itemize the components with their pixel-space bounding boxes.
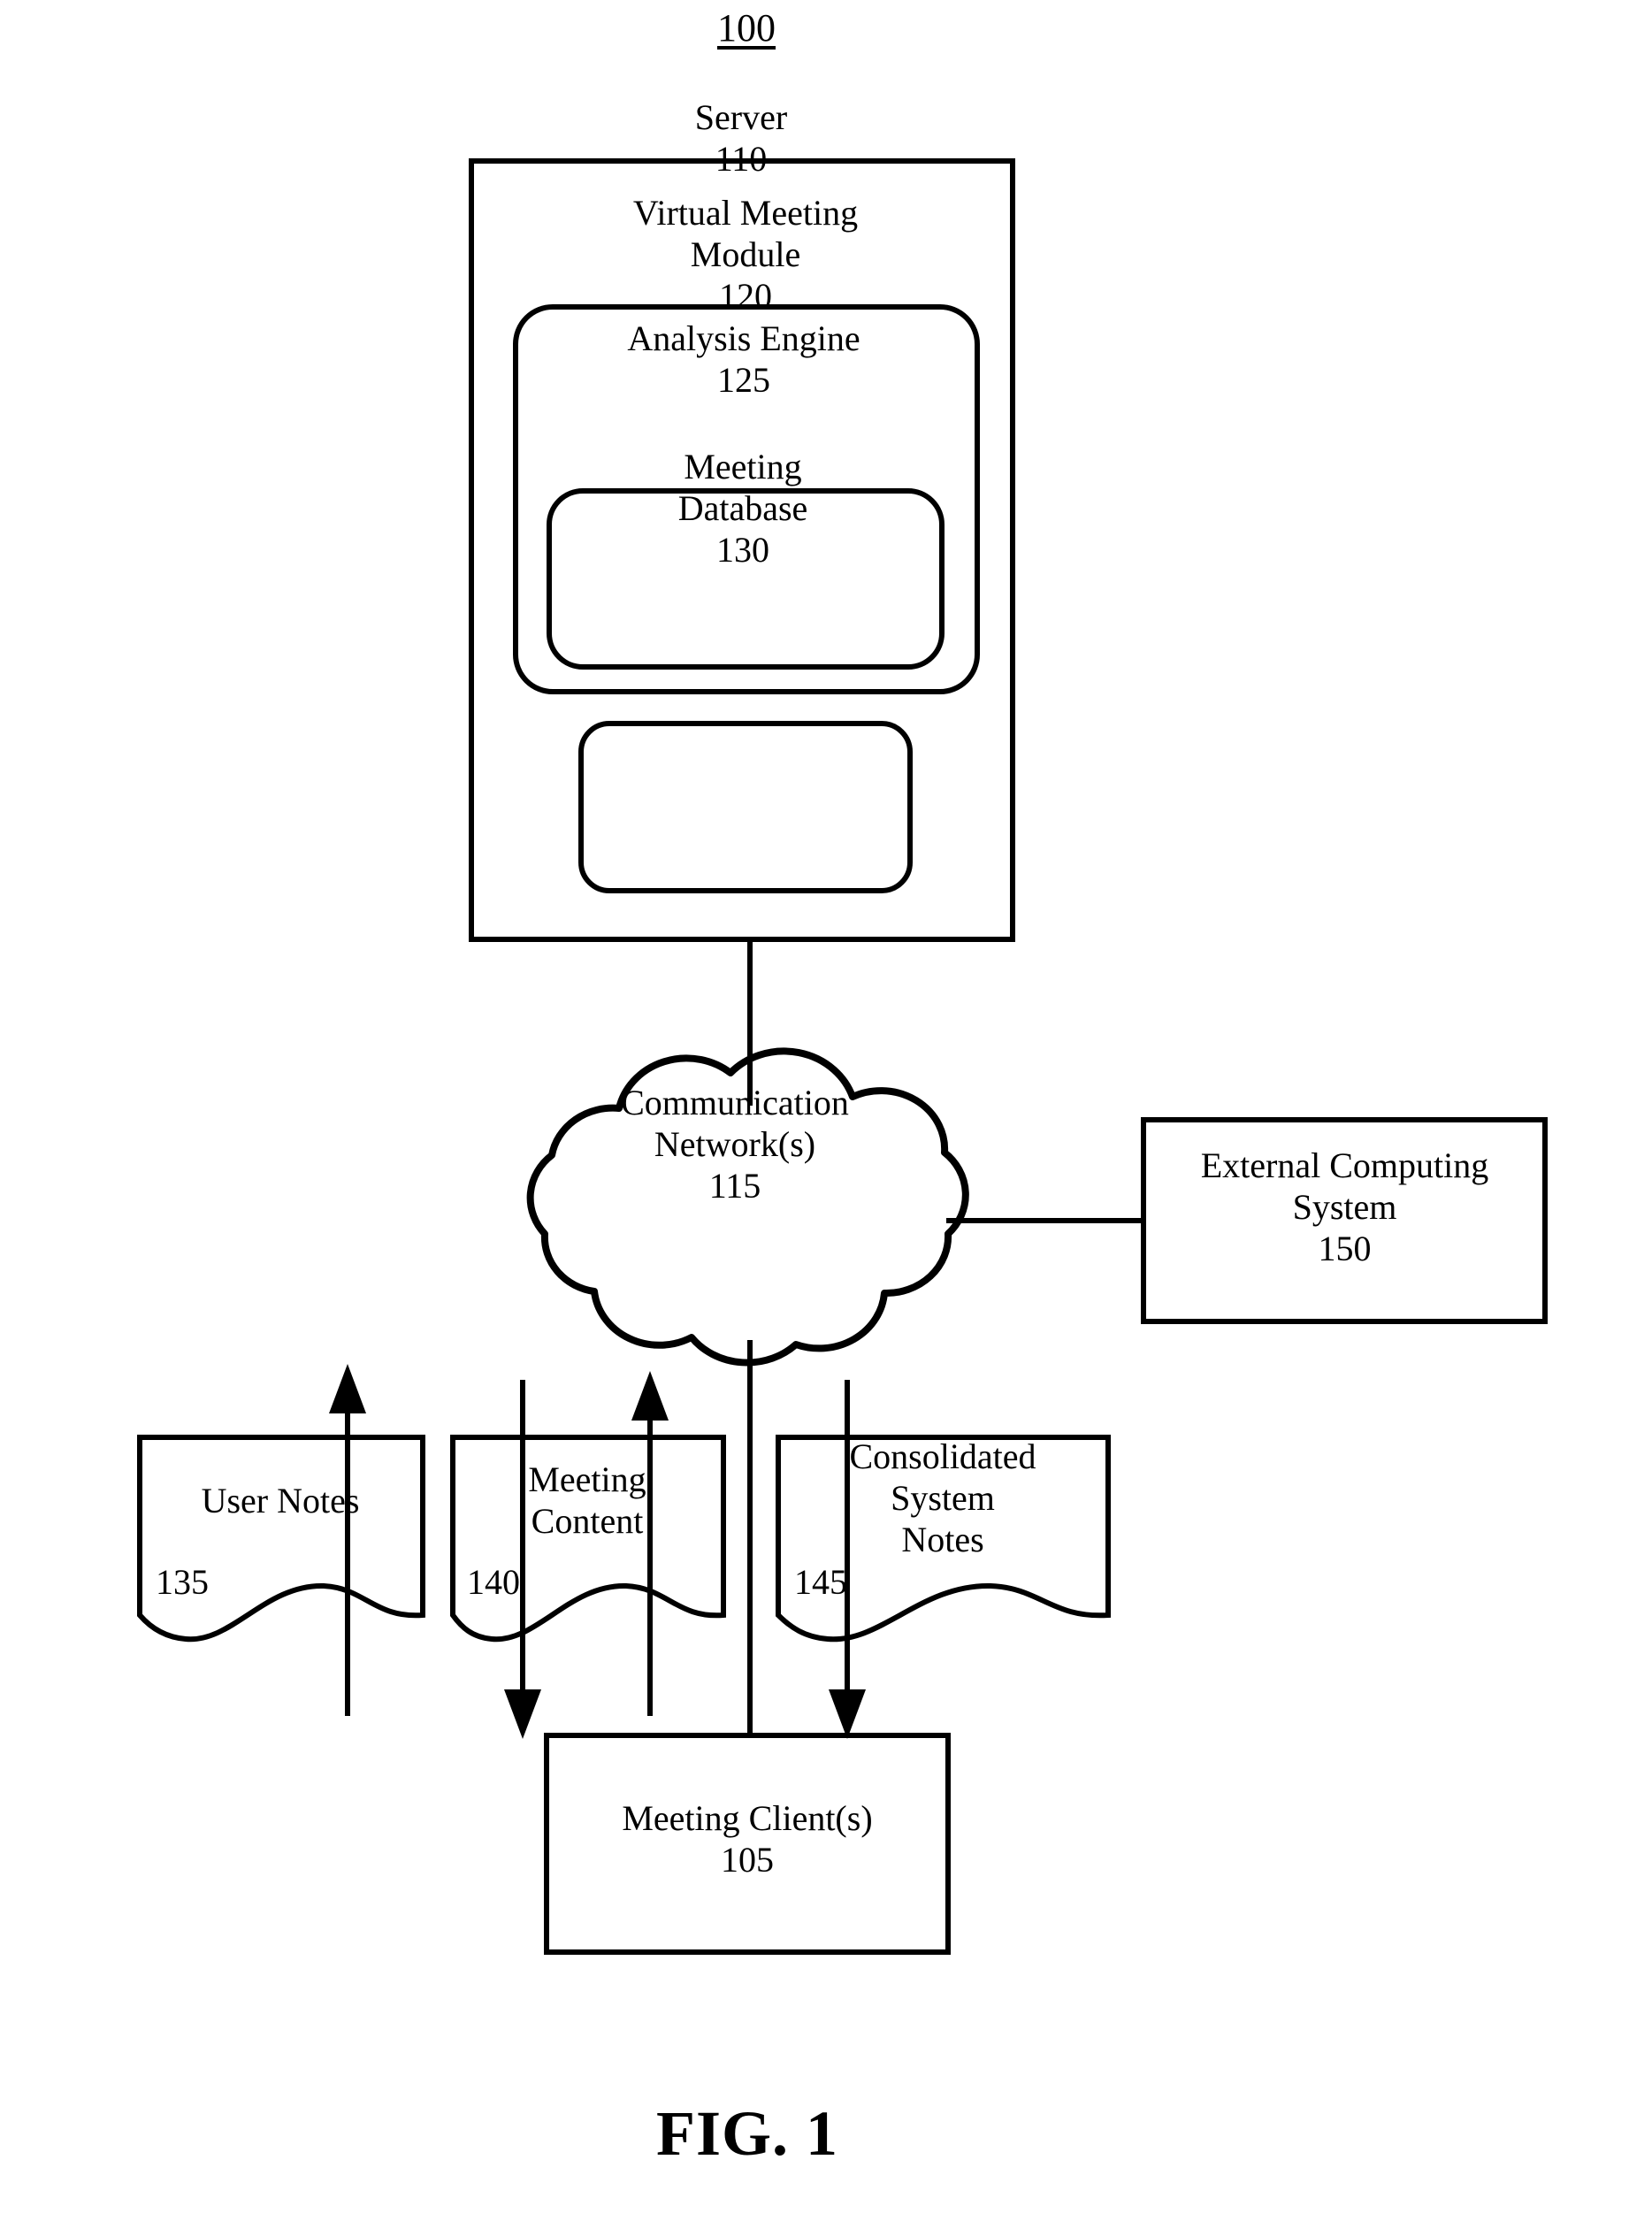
figure-caption: FIG. 1: [655, 2098, 838, 2169]
user-notes-label: User Notes: [201, 1481, 360, 1520]
arrowhead-meeting-content-down: [504, 1689, 541, 1739]
figure-canvas: 100 Server 110 Virtual Meeting Module 12…: [0, 0, 1652, 2221]
user-notes-document-shape: [137, 1435, 425, 1643]
user-notes-ref: 135: [156, 1562, 209, 1602]
consolidated-system-notes-ref: 145: [794, 1562, 847, 1602]
meeting-content-label: Meeting Content: [528, 1459, 646, 1541]
external-computing-system-label: External Computing System 150: [1200, 1145, 1489, 1268]
arrowhead-user-notes-up: [329, 1364, 366, 1413]
arrowhead-consolidated-notes-down: [829, 1689, 866, 1739]
meeting-clients-label: Meeting Client(s) 105: [622, 1798, 873, 1880]
meeting-content-ref: 140: [467, 1562, 520, 1602]
server-label: Server 110: [694, 97, 788, 179]
communication-network-label: Communication Network(s) 115: [621, 1083, 849, 1206]
figure-reference-number: 100: [717, 6, 776, 50]
arrowhead-meeting-content-up: [631, 1371, 669, 1421]
analysis-engine-label: Analysis Engine 125: [627, 318, 860, 400]
meeting-database-label: Meeting Database 130: [677, 447, 808, 570]
consolidated-system-notes-label: Consolidated System Notes: [849, 1436, 1036, 1559]
virtual-meeting-module-label: Virtual Meeting Module 120: [632, 193, 859, 316]
meeting-database-box: [578, 721, 913, 893]
